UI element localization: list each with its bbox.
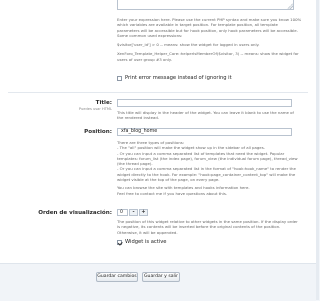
expression-help: Enter your expression here. Please use t… <box>117 17 313 62</box>
save-exit-button[interactable]: Guardar y salir <box>142 272 180 282</box>
print-error-checkbox[interactable] <box>117 76 122 81</box>
divider <box>8 92 308 93</box>
display-order-help: The position of this widget relative to … <box>117 219 313 235</box>
widget-active-label: Widget is active <box>125 239 167 245</box>
position-input[interactable]: xfa_blog_home <box>117 128 292 136</box>
form-footer: Guardar cambios Guardar y salir <box>0 263 316 301</box>
expression-textarea[interactable] <box>117 0 294 10</box>
position-help-line: - Or you can input a comma separated lis… <box>117 166 296 172</box>
title-sublabel: Puedes usar HTML <box>78 107 112 111</box>
print-error-label: Print error message instead of ignoring … <box>125 75 232 81</box>
title-help-line: the rendered instead. <box>117 115 160 121</box>
decrement-button[interactable]: - <box>129 209 138 216</box>
display-order-help-line: Otherwise, it will be appended. <box>117 229 178 235</box>
title-input[interactable] <box>117 99 292 107</box>
save-button[interactable]: Guardar cambios <box>96 272 138 282</box>
widget-options-panel: Enter your expression here. Please use t… <box>0 0 317 301</box>
title-label: Title: <box>95 100 112 106</box>
title-help: This title will display in the header of… <box>117 110 313 121</box>
display-order-input[interactable]: 0 <box>117 209 128 216</box>
position-help-line: Feel free to contact me if you have ques… <box>117 190 228 196</box>
page-scrollbar[interactable] <box>316 0 319 300</box>
expression-example: XenForo_Template_Helper_Core::helperIsMe… <box>117 51 299 57</box>
position-label: Position: <box>84 129 112 135</box>
widget-active-checkbox[interactable] <box>117 240 122 245</box>
position-help: There are three types of positions: - Th… <box>117 140 313 196</box>
resize-grip[interactable] <box>287 3 293 9</box>
display-order-label: Orden de visualización: <box>38 210 112 216</box>
expression-example: users of user group #3 only. <box>117 56 172 62</box>
increment-button[interactable]: + <box>139 209 148 216</box>
